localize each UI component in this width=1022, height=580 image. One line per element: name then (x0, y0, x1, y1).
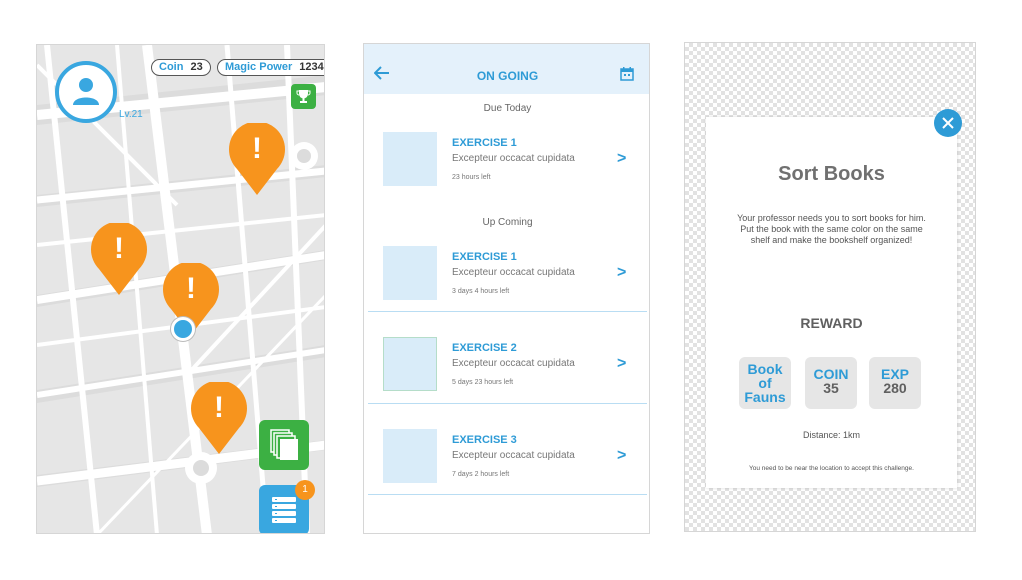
task-time-left: 5 days 23 hours left (452, 379, 514, 386)
list-icon (272, 497, 296, 523)
reward-exp-label: EXP (880, 366, 909, 382)
challenge-dialog: Sort Books Your professor needs you to s… (706, 117, 957, 488)
task-time-left: 3 days 4 hours left (452, 288, 510, 295)
cards-button[interactable] (259, 420, 309, 470)
task-description: Excepteur occacat cupidata (452, 358, 575, 369)
task-description: Excepteur occacat cupidata (452, 153, 575, 164)
divider (368, 494, 647, 495)
task-thumbnail (383, 337, 437, 391)
challenge-screen: Sort Books Your professor needs you to s… (684, 42, 976, 532)
avatar[interactable] (55, 61, 117, 123)
player-location-dot (171, 317, 195, 341)
reward-coin-value: 35 (823, 380, 839, 396)
chevron-right-icon[interactable]: > (617, 264, 626, 282)
page-title: ON GOING (476, 69, 539, 83)
close-button[interactable] (934, 109, 962, 137)
cards-icon (270, 429, 298, 460)
marker-glyph: ! (186, 272, 196, 305)
task-title: EXERCISE 1 (452, 137, 517, 149)
chevron-right-icon[interactable]: > (617, 355, 626, 373)
dialog-title: Sort Books (778, 163, 885, 185)
location-note: You need to be near the location to acce… (749, 465, 914, 472)
divider (368, 403, 647, 404)
upcoming-label: Up Coming (482, 217, 533, 228)
coin-counter: Coin 23 (151, 59, 211, 76)
task-title: EXERCISE 1 (452, 251, 517, 263)
chevron-right-icon[interactable]: > (617, 150, 626, 168)
quest-marker[interactable]: ! (191, 380, 247, 454)
notification-badge: 1 (295, 480, 315, 500)
task-item[interactable]: EXERCISE 1 Excepteur occacat cupidata 3 … (364, 246, 649, 316)
map-screen[interactable]: Coin 23 Magic Power 1234 Lv.21 ! ! ! ! 1 (36, 44, 325, 534)
task-thumbnail (383, 246, 437, 300)
reward-heading: REWARD (800, 315, 863, 331)
reward-book-item: Book of Fauns (739, 357, 791, 409)
user-icon (73, 78, 99, 105)
task-item[interactable]: EXERCISE 1 Excepteur occacat cupidata 23… (364, 132, 649, 202)
marker-glyph: ! (214, 391, 224, 424)
ongoing-screen: ON GOING Due Today EXERCISE 1 Excepteur … (363, 43, 650, 534)
reward-coin-label: COIN (813, 366, 849, 382)
marker-glyph: ! (114, 232, 124, 265)
task-thumbnail (383, 132, 437, 186)
calendar-icon[interactable] (620, 67, 634, 81)
task-item[interactable]: EXERCISE 2 Excepteur occacat cupidata 5 … (364, 337, 649, 407)
task-item[interactable]: EXERCISE 3 Excepteur occacat cupidata 7 … (364, 429, 649, 499)
reward-coin-item: COIN 35 (805, 357, 857, 409)
dialog-description: Your professor needs you to sort books f… (737, 213, 926, 245)
task-title: EXERCISE 3 (452, 434, 517, 446)
task-description: Excepteur occacat cupidata (452, 450, 575, 461)
magic-power-value: 1234 (299, 61, 324, 73)
reward-exp-item: EXP 280 (869, 357, 921, 409)
magic-power-label: Magic Power (225, 61, 293, 73)
coin-label: Coin (159, 61, 184, 73)
task-title: EXERCISE 2 (452, 342, 517, 354)
quest-marker[interactable]: ! (229, 121, 285, 195)
divider (368, 311, 647, 312)
chevron-right-icon[interactable]: > (617, 447, 626, 465)
task-thumbnail (383, 429, 437, 483)
distance-text: Distance: 1km (802, 430, 861, 440)
header-bar: ON GOING (364, 44, 649, 94)
trophy-icon (296, 90, 311, 103)
reward-book-line-3: Fauns (744, 389, 786, 405)
quest-marker[interactable]: ! (91, 221, 147, 295)
trophy-button[interactable] (291, 84, 316, 109)
magic-power-counter: Magic Power 1234 (217, 59, 324, 76)
reward-book-line-1: Book (747, 361, 783, 377)
close-icon (942, 117, 954, 129)
coin-value: 23 (190, 61, 203, 73)
task-time-left: 7 days 2 hours left (452, 471, 510, 478)
reward-book-line-2: of (758, 375, 772, 391)
reward-exp-value: 280 (883, 380, 907, 396)
task-time-left: 23 hours left (452, 174, 491, 181)
task-description: Excepteur occacat cupidata (452, 267, 575, 278)
player-level: Lv.21 (119, 109, 143, 120)
marker-glyph: ! (252, 132, 262, 165)
due-today-label: Due Today (483, 103, 532, 114)
